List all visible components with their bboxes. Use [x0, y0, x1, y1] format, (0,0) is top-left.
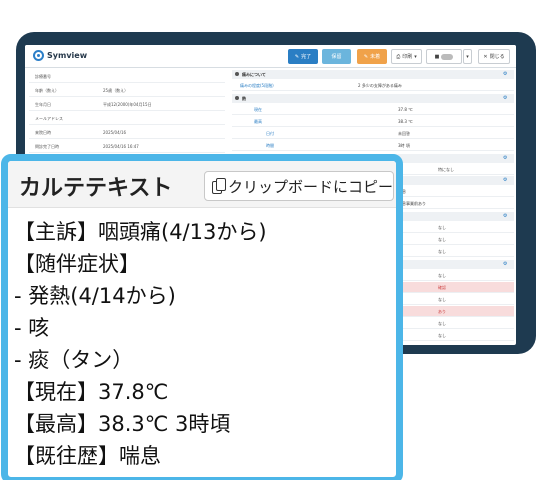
karte-line: 【現在】37.8℃	[14, 380, 169, 404]
karte-line: 【最高】38.3℃ 3時頃	[14, 412, 231, 436]
answer-value: 37.8 ℃	[398, 107, 413, 112]
answer-value: なし	[438, 273, 446, 278]
info-row: メールアドレス	[29, 112, 225, 125]
answer-row: 時間 3時 頃	[232, 140, 514, 151]
save-label: 保留	[331, 54, 342, 60]
chevron-down-icon: ▾	[414, 53, 417, 60]
app-name: Symview	[47, 51, 88, 60]
answer-value: なし	[438, 333, 446, 338]
gear-icon[interactable]: ⚙	[503, 177, 507, 183]
info-label: 問診完了日時	[35, 144, 59, 149]
answer-row: 現在 37.8 ℃	[232, 104, 514, 115]
karte-text: 【主訴】咽頭痛(4/13から) 【随伴症状】 - 発熱(4/14から) - 咳 …	[14, 216, 394, 472]
section-title: 熱	[242, 96, 246, 101]
info-row: 生年月日 平成12(2000)年04月15日	[29, 98, 225, 111]
close-label: 閉じる	[489, 54, 505, 60]
answer-label: 時間	[266, 143, 274, 148]
dropdown-button[interactable]: ▾	[463, 49, 472, 64]
answer-value: なし	[438, 237, 446, 242]
answer-value: 特になし	[438, 167, 454, 172]
karte-line: 【既往歴】喘息	[14, 444, 161, 468]
answer-row: 痛みの程度(5段階) 2 多少の支障がある痛み	[232, 80, 514, 91]
toggle-switch[interactable]	[441, 53, 454, 60]
info-label: 来院日時	[35, 130, 51, 135]
gear-icon[interactable]: ⚙	[503, 71, 507, 77]
answer-value: あり	[438, 309, 446, 314]
gear-icon[interactable]: ⚙	[503, 95, 507, 101]
info-row: 診療番号	[29, 70, 225, 83]
answer-value: 2 多少の支障がある痛み	[358, 83, 402, 88]
print-label: 印刷	[402, 54, 413, 60]
info-value: 25歳（数え）	[103, 88, 129, 93]
hold-button[interactable]: ✎ 未着	[357, 49, 387, 64]
info-row: 年齢（数え） 25歳（数え）	[29, 84, 225, 97]
answer-label: 痛みの程度(5段階)	[240, 83, 274, 88]
gear-icon[interactable]: ⚙	[503, 261, 507, 267]
stage: Symview ✎ 完了 保留 ✎ 未着 ⎙ 印刷 ▾ ■ ▾ ✕ 閉じる 診療…	[0, 0, 536, 480]
answer-value: 38.3 ℃	[398, 119, 413, 124]
karte-line: 【随伴症状】	[14, 252, 140, 276]
answer-value: なし	[438, 297, 446, 302]
app-logo: Symview	[33, 50, 87, 61]
copy-to-clipboard-button[interactable]: クリップボードにコピー	[204, 171, 394, 201]
app-header: Symview ✎ 完了 保留 ✎ 未着 ⎙ 印刷 ▾ ■ ▾ ✕ 閉じる	[25, 45, 516, 68]
answer-value: なし	[438, 225, 446, 230]
section-header: 熱 ⚙	[232, 94, 514, 103]
karte-line: - 発熱(4/14から)	[14, 284, 176, 308]
karte-line: - 痰（タン）	[14, 348, 134, 372]
info-label: 生年月日	[35, 102, 51, 107]
answer-label: 日付	[266, 131, 274, 136]
info-value: 2025/04/16 16:47	[103, 144, 139, 149]
info-label: 診療番号	[35, 74, 51, 79]
karte-header: カルテテキスト クリップボードにコピー	[8, 161, 396, 208]
gear-icon[interactable]: ⚙	[503, 155, 507, 161]
pin-icon: ✎	[294, 53, 300, 60]
info-label: メールアドレス	[35, 116, 63, 121]
save-button[interactable]: 保留	[322, 49, 351, 64]
info-row: 問診完了日時 2025/04/16 16:47	[29, 140, 225, 153]
copy-icon	[212, 177, 226, 195]
karte-line: 【主訴】咽頭痛(4/13から)	[14, 220, 267, 244]
done-button[interactable]: ✎ 完了	[288, 49, 318, 64]
chevron-down-icon: ▾	[466, 53, 469, 60]
info-value: 平成12(2000)年04月15日	[103, 102, 152, 107]
close-icon: ✕	[483, 53, 488, 60]
info-row: 来院日時 2025/04/16	[29, 126, 225, 139]
logo-icon	[33, 50, 44, 61]
bullet-icon	[235, 72, 239, 76]
section-title: 痛みについて	[242, 72, 266, 77]
answer-value: なし	[438, 249, 446, 254]
info-label: 年齢（数え）	[35, 88, 59, 93]
gear-icon[interactable]: ⚙	[503, 213, 507, 219]
karte-line: - 咳	[14, 316, 50, 340]
print-button[interactable]: ⎙ 印刷 ▾	[391, 49, 422, 64]
info-value: 2025/04/16	[103, 130, 127, 135]
done-label: 完了	[301, 54, 312, 60]
video-icon: ■	[434, 53, 440, 60]
karte-title: カルテテキスト	[19, 176, 173, 201]
close-button[interactable]: ✕ 閉じる	[478, 49, 510, 64]
answer-value: 未回答	[398, 131, 410, 136]
answer-row: 最高 38.3 ℃	[232, 116, 514, 127]
answer-value: なし	[438, 321, 446, 326]
answer-value: 3時 頃	[398, 143, 410, 148]
bullet-icon	[235, 96, 239, 100]
answer-row: 日付 未回答	[232, 128, 514, 139]
printer-icon: ⎙	[396, 53, 401, 60]
answer-value: 確認	[438, 285, 446, 290]
hold-label: 未着	[370, 54, 381, 60]
edit-icon: ✎	[363, 53, 369, 60]
karte-text-panel: カルテテキスト クリップボードにコピー 【主訴】咽頭痛(4/13から) 【随伴症…	[1, 154, 403, 480]
copy-label: クリップボードにコピー	[227, 177, 393, 196]
recording-toggle[interactable]: ■	[426, 49, 462, 64]
section-header: 痛みについて ⚙	[232, 70, 514, 79]
answer-label: 最高	[254, 119, 262, 124]
answer-label: 現在	[254, 107, 262, 112]
